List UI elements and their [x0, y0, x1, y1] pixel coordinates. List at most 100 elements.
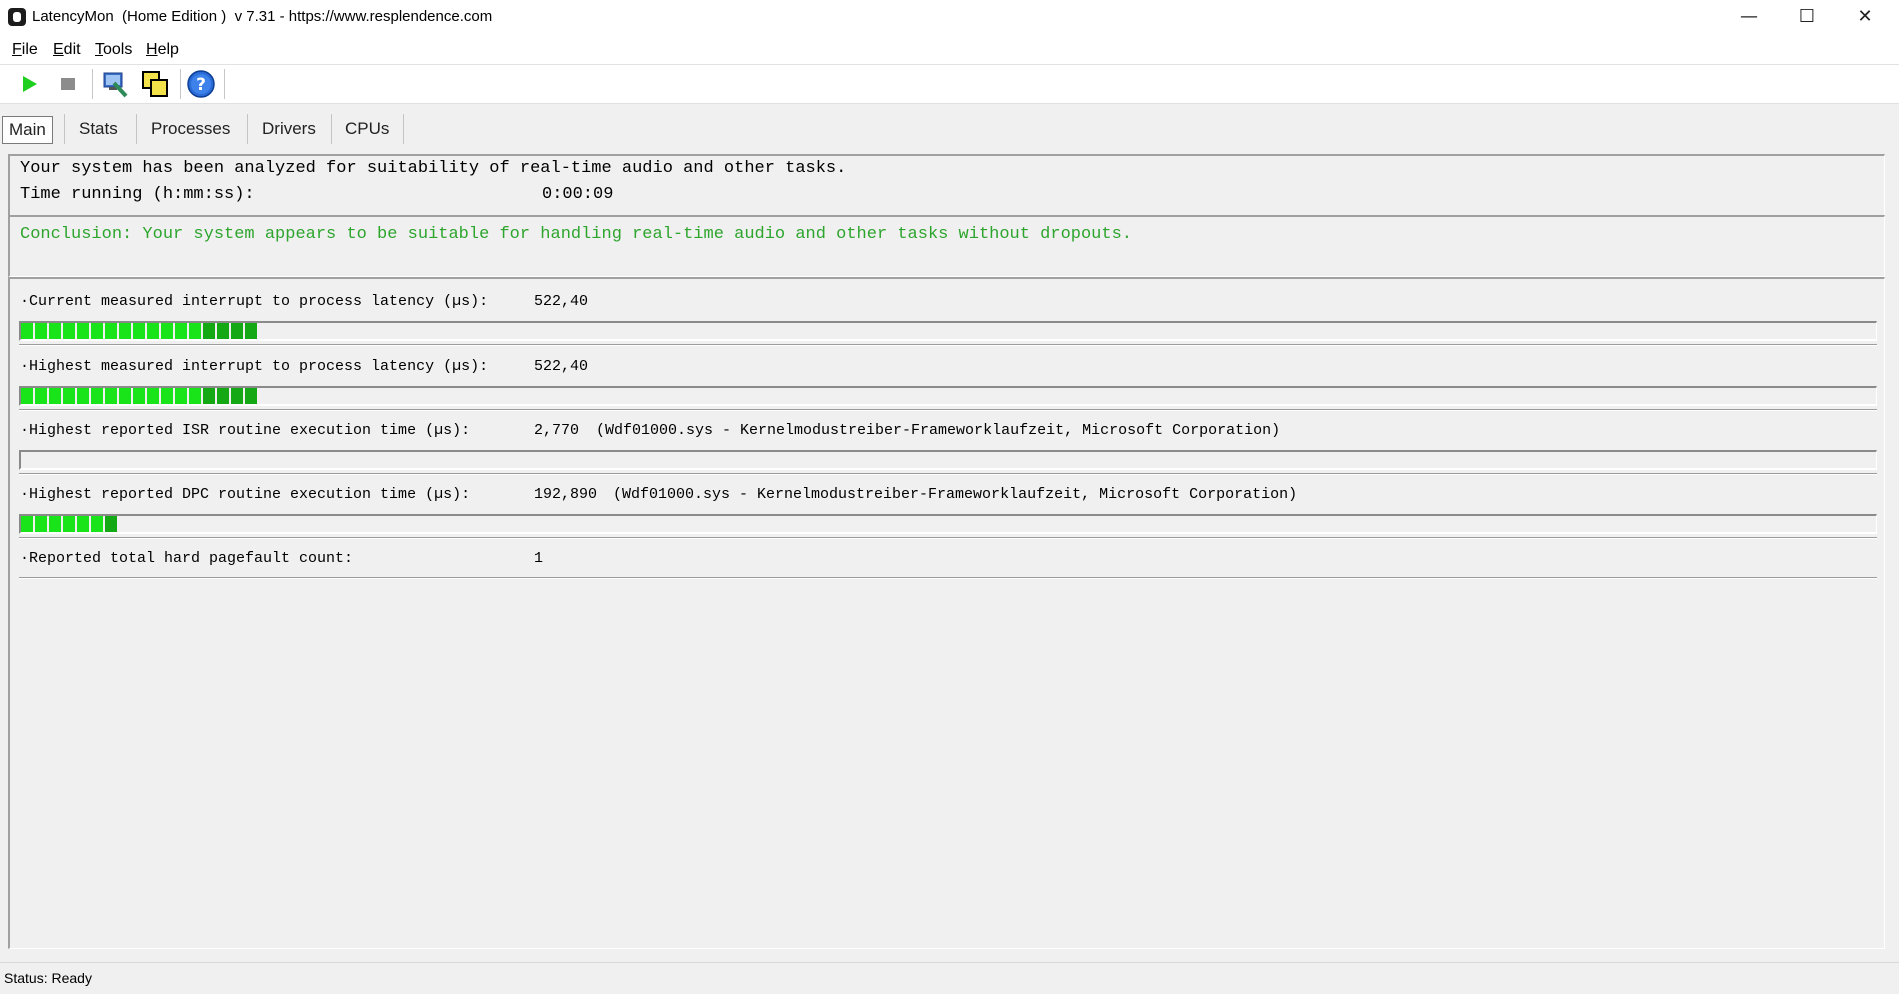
menu-tools-hotkey: T — [95, 41, 103, 58]
toolbar: ? — [0, 65, 1899, 104]
tab-main[interactable]: Main — [2, 116, 53, 144]
bar-segment — [217, 388, 229, 404]
divider — [19, 344, 1877, 346]
bar-segment — [161, 388, 173, 404]
bar-segment — [133, 388, 145, 404]
bar-segment — [77, 323, 89, 339]
tab-processes[interactable]: Processes — [145, 116, 236, 142]
menu-edit-hotkey: E — [53, 41, 64, 58]
pagefault-label: ·Reported total hard pagefault count: — [20, 550, 354, 567]
play-icon[interactable] — [14, 69, 44, 99]
bar-segment — [203, 323, 215, 339]
bar-segment — [147, 388, 159, 404]
pagefault-value: 1 — [534, 550, 544, 567]
minimize-button[interactable]: — — [1720, 0, 1778, 34]
menu-file-label: ile — [21, 41, 38, 58]
time-running-value: 0:00:09 — [542, 185, 614, 204]
bar-segment — [35, 323, 47, 339]
tab-separator — [136, 114, 137, 144]
app-icon — [8, 8, 26, 26]
analyze-icon[interactable] — [100, 69, 130, 99]
conclusion-text: Conclusion: Your system appears to be su… — [20, 225, 1132, 244]
bar-segment — [91, 388, 103, 404]
current-latency-value: 522,40 — [534, 293, 589, 310]
tab-drivers[interactable]: Drivers — [256, 116, 322, 142]
menu-bar: File Edit Tools Help — [0, 34, 1899, 65]
stats-panel: ·Current measured interrupt to process l… — [8, 277, 1885, 949]
divider — [19, 473, 1877, 475]
dpc-time-label: ·Highest reported DPC routine execution … — [20, 486, 471, 503]
bar-segment — [91, 516, 103, 532]
help-icon[interactable]: ? — [186, 69, 216, 99]
summary-panel: Your system has been analyzed for suitab… — [8, 154, 1885, 216]
menu-help[interactable]: Help — [146, 41, 179, 59]
highest-latency-bar-fill — [21, 388, 257, 404]
menu-tools-label: ools — [103, 41, 133, 58]
time-running-label: Time running (h:mm:ss): — [20, 185, 255, 204]
bar-segment — [35, 516, 47, 532]
current-latency-bar-fill — [21, 323, 257, 339]
toolbar-separator — [180, 69, 181, 99]
bar-segment — [49, 516, 61, 532]
bar-segment — [49, 323, 61, 339]
bar-segment — [105, 323, 117, 339]
tab-bar: Main Stats Processes Drivers CPUs — [0, 104, 1899, 148]
bar-segment — [63, 323, 75, 339]
tab-separator — [403, 114, 404, 144]
dpc-time-detail: (Wdf01000.sys - Kernelmodustreiber-Frame… — [613, 486, 1298, 503]
dpc-time-value: 192,890 — [534, 486, 598, 503]
isr-time-value: 2,770 — [534, 422, 580, 439]
tab-stats[interactable]: Stats — [73, 116, 124, 142]
isr-time-label: ·Highest reported ISR routine execution … — [20, 422, 471, 439]
divider — [19, 577, 1877, 579]
svg-text:?: ? — [196, 75, 206, 95]
menu-edit-label: dit — [63, 41, 81, 58]
menu-file-hotkey: F — [12, 41, 22, 58]
bar-segment — [119, 388, 131, 404]
menu-tools[interactable]: Tools — [95, 41, 132, 59]
highest-latency-bar — [19, 386, 1877, 406]
tab-separator — [247, 114, 248, 144]
bar-segment — [189, 323, 201, 339]
dpc-time-bar-fill — [21, 516, 117, 532]
bar-segment — [133, 323, 145, 339]
tab-cpus[interactable]: CPUs — [339, 116, 395, 142]
menu-edit[interactable]: Edit — [53, 41, 81, 59]
title-bar: LatencyMon (Home Edition ) v 7.31 - http… — [0, 0, 1899, 34]
isr-time-detail: (Wdf01000.sys - Kernelmodustreiber-Frame… — [596, 422, 1281, 439]
conclusion-panel: Conclusion: Your system appears to be su… — [8, 215, 1885, 277]
bar-segment — [77, 516, 89, 532]
bar-segment — [105, 388, 117, 404]
dpc-time-bar — [19, 514, 1877, 534]
bar-segment — [175, 323, 187, 339]
bar-segment — [21, 388, 33, 404]
bar-segment — [49, 388, 61, 404]
bar-segment — [77, 388, 89, 404]
highest-latency-label: ·Highest measured interrupt to process l… — [20, 358, 489, 375]
toolbar-separator — [92, 69, 93, 99]
bar-segment — [217, 323, 229, 339]
stop-icon[interactable] — [53, 69, 83, 99]
bar-segment — [91, 323, 103, 339]
bar-segment — [231, 388, 243, 404]
menu-file[interactable]: File — [12, 41, 38, 59]
bar-segment — [245, 323, 257, 339]
bar-segment — [147, 323, 159, 339]
bar-segment — [63, 388, 75, 404]
status-text: Status: Ready — [4, 970, 92, 986]
bar-segment — [231, 323, 243, 339]
bar-segment — [21, 323, 33, 339]
maximize-button[interactable]: ☐ — [1778, 0, 1836, 34]
copy-icon[interactable] — [140, 69, 170, 99]
close-button[interactable]: ✕ — [1836, 0, 1894, 34]
bar-segment — [245, 388, 257, 404]
current-latency-label: ·Current measured interrupt to process l… — [20, 293, 489, 310]
current-latency-bar — [19, 321, 1877, 341]
bar-segment — [119, 323, 131, 339]
isr-time-bar — [19, 450, 1877, 470]
status-bar: Status: Ready — [0, 962, 1899, 994]
tab-separator — [64, 114, 65, 144]
bar-segment — [175, 388, 187, 404]
bar-segment — [203, 388, 215, 404]
bar-segment — [63, 516, 75, 532]
